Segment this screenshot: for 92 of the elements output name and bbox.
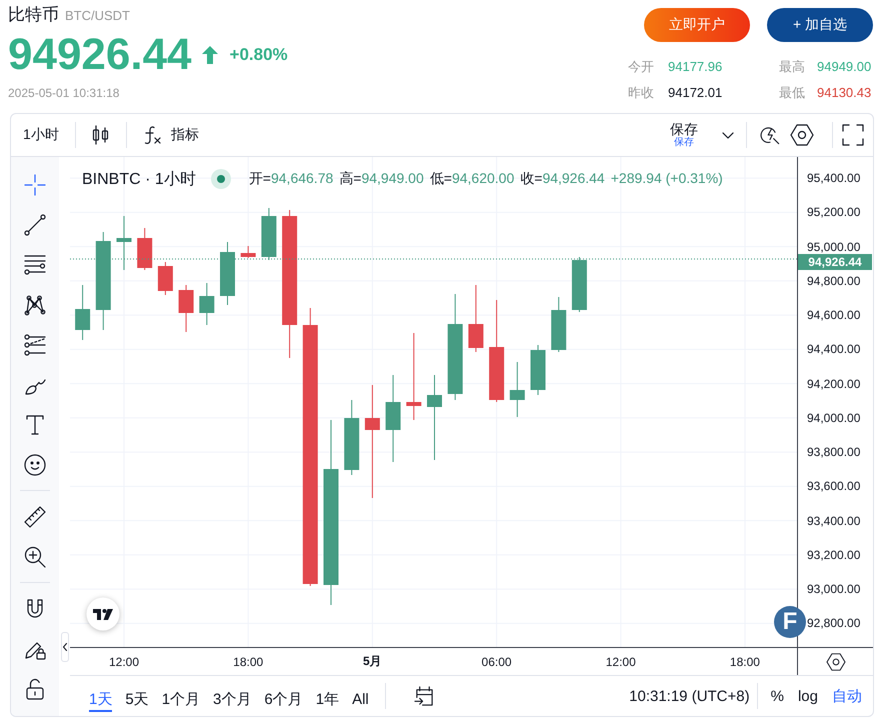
text-tool-icon[interactable] — [24, 414, 46, 436]
ruler-icon[interactable] — [24, 506, 46, 528]
chevron-down-icon — [722, 132, 734, 138]
change-reading: +289.94 (+0.31%) — [610, 170, 723, 188]
stat-label: 最高 — [779, 58, 805, 76]
stat-label: 最低 — [779, 84, 805, 102]
range-tab[interactable]: 1天 — [89, 676, 112, 712]
settings-icon[interactable] — [790, 124, 814, 146]
open-account-button[interactable]: 立即开户 — [644, 8, 750, 42]
price-tick-label: 95,400.00 — [807, 172, 860, 184]
range-tab[interactable]: 1年 — [316, 676, 340, 712]
zoom-in-icon[interactable] — [24, 546, 46, 568]
stat-label: 今开 — [628, 58, 654, 76]
parallel-lines-icon[interactable] — [24, 254, 46, 276]
rising-candle — [510, 362, 525, 418]
time-tick-label: 12:00 — [108, 654, 140, 668]
time-tick-label: 18:00 — [232, 654, 264, 668]
date-range-icon[interactable] — [414, 686, 436, 706]
ohlc-reading: 开=94,646.78 — [248, 170, 334, 188]
chart-title: BINBTC · 1小时 — [82, 170, 196, 190]
line-segment-icon[interactable] — [24, 214, 46, 236]
zigzag-pattern-icon[interactable] — [24, 294, 46, 316]
ohlc-reading: 低=94,620.00 — [430, 170, 514, 188]
letter-badge[interactable]: F — [774, 606, 806, 638]
chevron-left-icon — [63, 643, 67, 651]
function-icon — [142, 125, 161, 145]
padlock-icon[interactable] — [24, 678, 46, 700]
price-tick-label: 93,200.00 — [807, 548, 860, 561]
collapse-handle[interactable] — [61, 632, 69, 662]
clock: 10:31:19 (UTC+8) — [629, 688, 750, 704]
save-button[interactable]: 保存 保存 — [662, 117, 742, 153]
scale-option[interactable]: log — [792, 681, 824, 711]
time-tick-label: 06:00 — [480, 654, 513, 668]
price-tick-label: 94,200.00 — [807, 378, 860, 390]
stat-value: 94130.43 — [817, 84, 872, 102]
dashed-lines-icon[interactable] — [24, 334, 46, 356]
time-tick-label: 18:00 — [728, 654, 761, 668]
settings-icon[interactable] — [826, 652, 846, 670]
watchlist-button[interactable]: + 加自选 — [767, 8, 873, 42]
price-change: +0.80% — [230, 45, 288, 65]
last-price-label: 94,926.44 — [798, 254, 872, 270]
interval-button[interactable]: 1小时 — [15, 119, 67, 151]
status-dot-icon — [210, 169, 231, 189]
ohlc-reading: 收=94,926.44 — [520, 170, 605, 188]
range-tab[interactable]: 1个月 — [162, 676, 200, 712]
last-price: 94926.44 — [8, 31, 192, 79]
indicators-button[interactable]: 指标 — [134, 119, 207, 151]
rising-candle — [75, 284, 90, 340]
ohlc-reading: 高=94,949.00 — [339, 170, 424, 188]
instrument-symbol: BTC/USDT — [65, 8, 130, 23]
rising-candle — [530, 344, 546, 396]
range-tab[interactable]: 3个月 — [213, 676, 252, 712]
price-tick-label: 94,800.00 — [807, 274, 860, 287]
timestamp: 2025-05-01 10:31:18 — [8, 85, 120, 101]
rising-candle — [220, 242, 235, 306]
scale-option[interactable]: 自动 — [826, 681, 868, 711]
price-tick-label: 94,400.00 — [807, 343, 860, 356]
stat-label: 昨收 — [628, 84, 654, 102]
lightning-magnifier-icon[interactable] — [760, 125, 780, 145]
falling-candle — [468, 284, 484, 352]
stat-value: 94177.96 — [668, 58, 722, 76]
falling-candle — [178, 284, 194, 332]
price-tick-label: 94,000.00 — [807, 412, 860, 424]
crosshair-icon[interactable] — [24, 174, 46, 196]
range-tab[interactable]: 6个月 — [264, 676, 303, 712]
rising-candle — [261, 208, 276, 260]
rising-candle — [116, 216, 132, 270]
rising-candle — [572, 256, 587, 312]
candles-icon[interactable] — [92, 125, 110, 145]
price-tick-label: 95,000.00 — [807, 240, 860, 253]
stat-value: 94949.00 — [817, 58, 872, 76]
instrument-name: 比特币 — [8, 4, 59, 26]
rising-candle — [551, 296, 566, 352]
scale-option[interactable]: % — [764, 681, 790, 711]
price-tick-label: 93,400.00 — [807, 514, 860, 527]
falling-candle — [240, 246, 256, 258]
time-tick-label: 12:00 — [604, 654, 637, 668]
range-tab[interactable]: 5天 — [125, 676, 149, 712]
price-tick-label: 92,800.00 — [807, 617, 860, 630]
falling-candle — [137, 228, 152, 270]
price-tick-label: 93,600.00 — [807, 480, 860, 492]
price-tick-label: 95,200.00 — [807, 206, 860, 218]
time-tick-label: 5月 — [362, 653, 383, 670]
smiley-icon[interactable] — [24, 454, 46, 476]
rising-candle — [199, 282, 214, 326]
price-tick-label: 93,000.00 — [807, 583, 860, 596]
fullscreen-icon[interactable] — [842, 124, 864, 146]
stat-value: 94172.01 — [668, 84, 722, 102]
falling-candle — [158, 262, 173, 296]
range-tab[interactable]: All — [352, 676, 369, 712]
price-tick-label: 93,800.00 — [807, 446, 860, 458]
price-tick-label: 94,600.00 — [807, 309, 860, 322]
